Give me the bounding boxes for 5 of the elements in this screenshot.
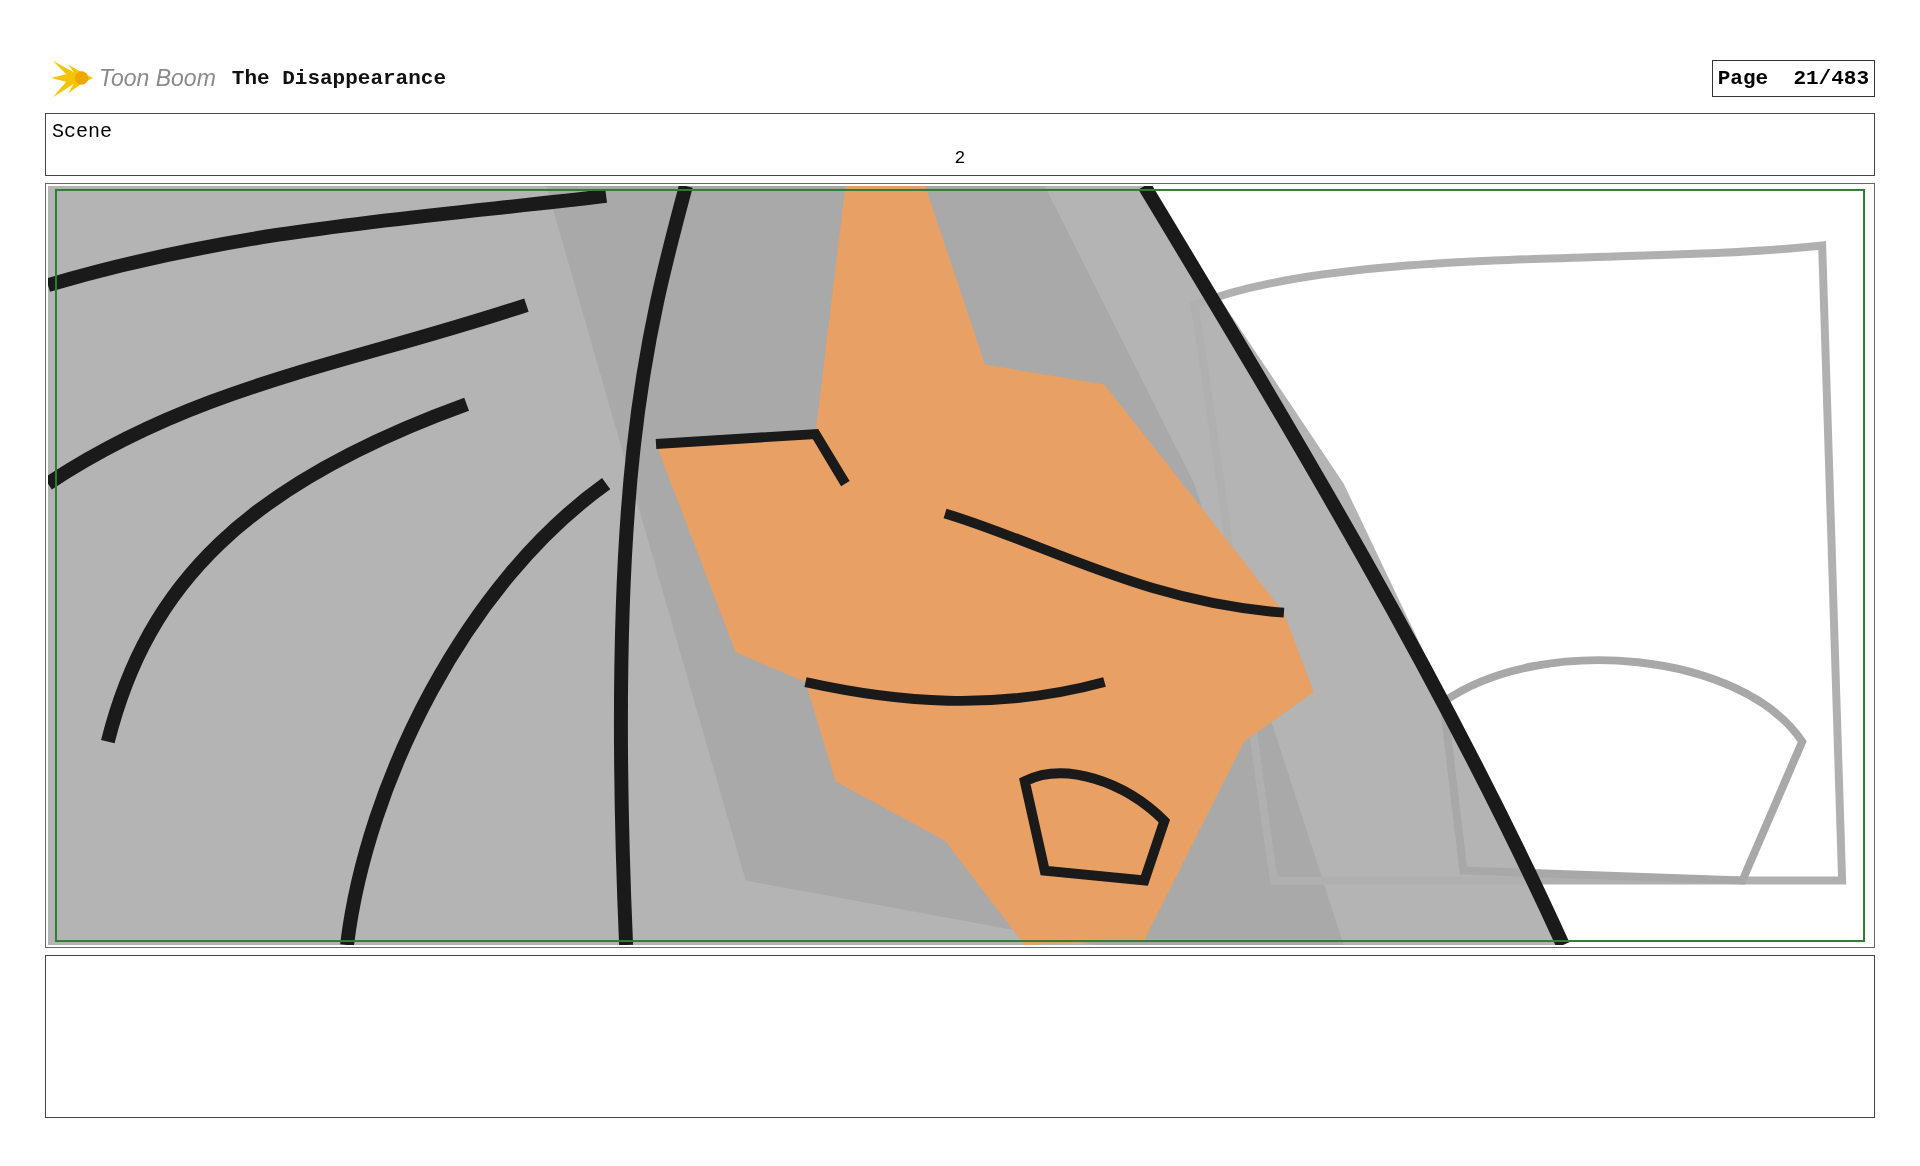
logo-text: Toon Boom [99, 64, 216, 92]
scene-number: 2 [954, 148, 966, 168]
scene-label: Scene [52, 120, 112, 143]
storyboard-title: The Disappearance [231, 66, 447, 90]
page-counter: Page 21/483 [1711, 59, 1875, 97]
